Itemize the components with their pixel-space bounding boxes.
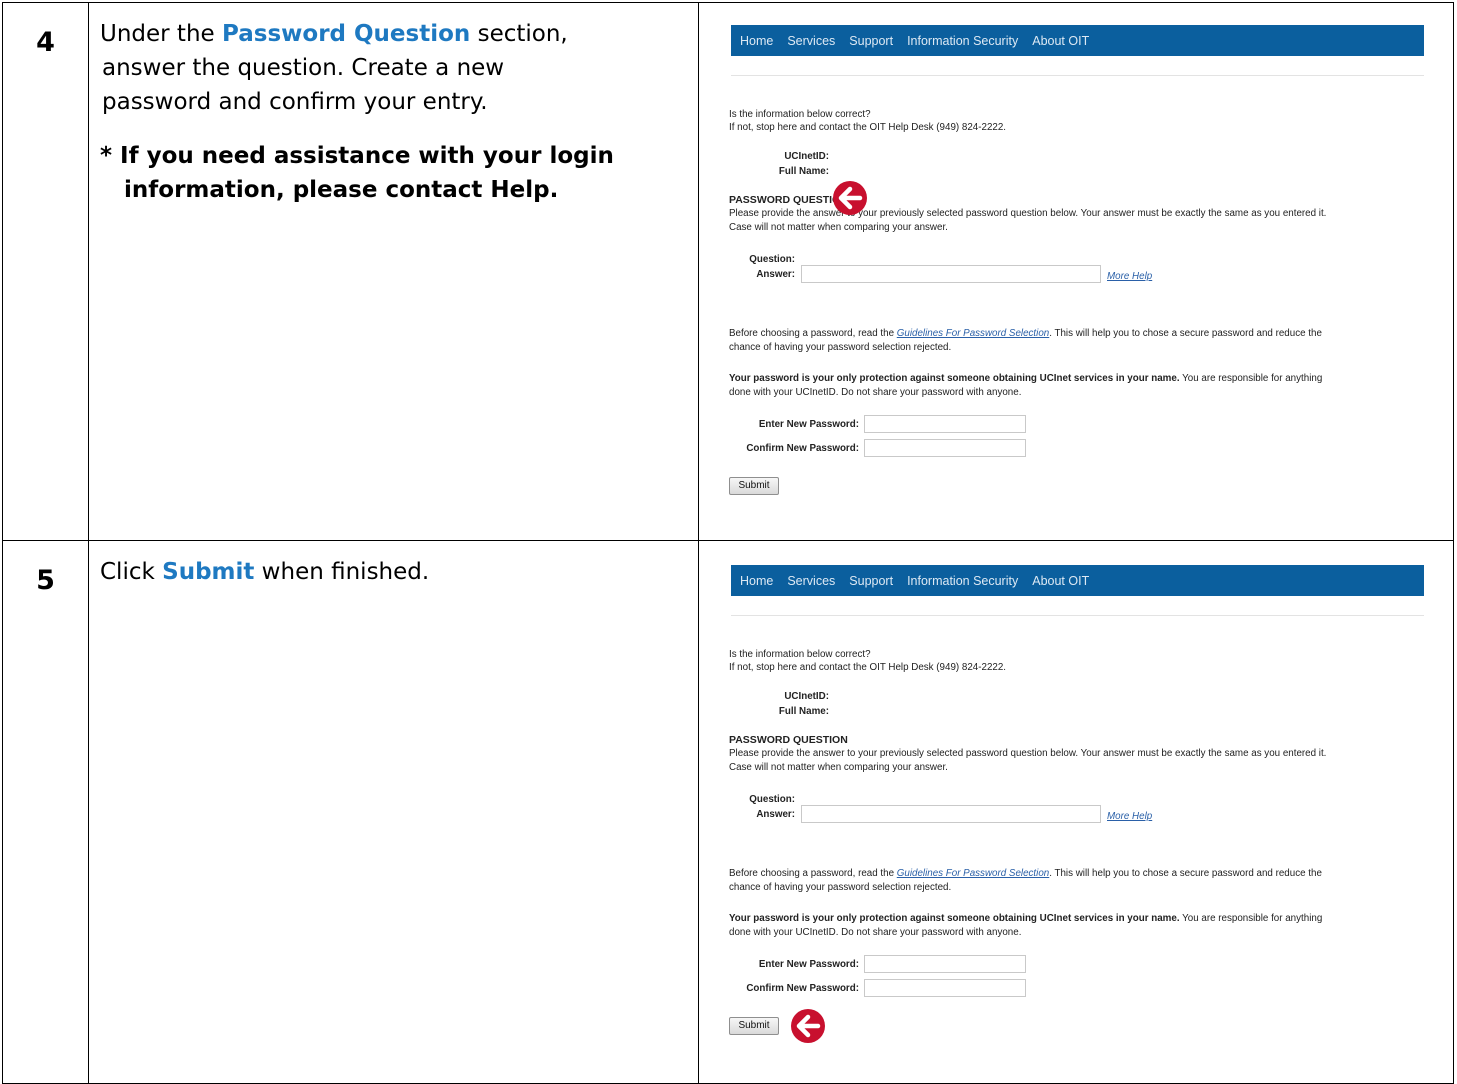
full-name-label: Full Name: [778,706,829,717]
guidelines-link[interactable]: Guidelines For Password Selection [897,868,1049,879]
guidelines-text: chance of having your password selection… [729,342,952,353]
nav-about-oit[interactable]: About OIT [1032,574,1089,588]
instruction-text: Under the [100,21,222,47]
full-name-label: Full Name: [778,166,829,177]
warning-rest-text: You are responsible for anything [1179,373,1323,384]
pointer-arrow-icon [833,181,867,215]
warning-text: done with your UCInetID. Do not share yo… [729,927,1022,938]
nav-home[interactable]: Home [740,574,773,588]
guidelines-text-post: . This will help you to chose a secure p… [1049,328,1322,339]
confirm-password-label: Confirm New Password: [746,983,859,994]
screenshot-cell: Home Services Support Information Securi… [698,540,1454,1084]
nav-about-oit[interactable]: About OIT [1032,34,1089,48]
confirm-password-input[interactable] [864,439,1026,457]
new-password-input[interactable] [864,415,1026,433]
warning-bold-text: Your password is your only protection ag… [729,373,1180,384]
guidelines-text: Before choosing a password, read the Gui… [729,328,1322,339]
ucinetid-label: UCInetID: [784,151,829,162]
step-row-4: 4 Under the Password Question section, a… [2,2,1454,541]
answer-label: Answer: [756,809,795,820]
guidelines-text-pre: Before choosing a password, read the [729,328,897,339]
assistance-note: * If you need assistance with your login… [100,139,688,207]
nav-support[interactable]: Support [849,34,893,48]
answer-label: Answer: [756,269,795,280]
step-number: 4 [36,27,55,58]
section-description: Please provide the answer to your previo… [729,748,1327,759]
section-heading: PASSWORD QUESTION [729,734,848,746]
instruction-text: section, [470,21,568,47]
instruction-text: answer the question. Create a new [102,55,505,81]
warning-bold-text: Your password is your only protection ag… [729,913,1180,924]
section-heading: PASSWORD QUESTION [729,194,848,206]
new-password-input[interactable] [864,955,1026,973]
guidelines-text-post: . This will help you to chose a secure p… [1049,868,1322,879]
section-description: Please provide the answer to your previo… [729,208,1327,219]
question-label: Question: [749,794,795,805]
intro-text: Is the information below correct? [729,649,871,660]
nav-information-security[interactable]: Information Security [907,34,1018,48]
new-password-label: Enter New Password: [758,959,859,970]
more-help-link[interactable]: More Help [1107,271,1152,282]
submit-button[interactable]: Submit [729,1017,779,1035]
question-label: Question: [749,254,795,265]
guidelines-text: chance of having your password selection… [729,882,952,893]
highlight-term: Submit [162,559,255,585]
intro-text: Is the information below correct? [729,109,871,120]
answer-input[interactable] [801,805,1101,823]
site-nav-bar: Home Services Support Information Securi… [731,25,1424,56]
step-instruction: Click Submit when finished. [89,541,698,589]
step-instruction-cell: Under the Password Question section, ans… [88,2,699,541]
intro-text: If not, stop here and contact the OIT He… [729,122,1007,133]
site-nav-bar: Home Services Support Information Securi… [731,565,1424,596]
guidelines-text-pre: Before choosing a password, read the [729,868,897,879]
instruction-text: password and confirm your entry. [102,89,488,115]
divider [731,75,1424,76]
guidelines-link[interactable]: Guidelines For Password Selection [897,328,1049,339]
confirm-password-label: Confirm New Password: [746,443,859,454]
warning-text: Your password is your only protection ag… [729,373,1322,384]
nav-home[interactable]: Home [740,34,773,48]
nav-support[interactable]: Support [849,574,893,588]
step-row-5: 5 Click Submit when finished. Home Servi… [2,540,1454,1084]
instruction-text: Click [100,559,163,585]
new-password-label: Enter New Password: [758,419,859,430]
submit-button[interactable]: Submit [729,477,779,495]
section-description: Case will not matter when comparing your… [729,222,948,233]
section-description: Case will not matter when comparing your… [729,762,948,773]
note-text: information, please contact Help. [124,177,559,203]
screenshot-cell: Home Services Support Information Securi… [698,2,1454,541]
more-help-link[interactable]: More Help [1107,811,1152,822]
warning-text: Your password is your only protection ag… [729,913,1322,924]
step-instruction-cell: Click Submit when finished. [88,540,699,1084]
ucinetid-label: UCInetID: [784,691,829,702]
password-reset-screenshot: Home Services Support Information Securi… [699,3,1453,540]
password-reset-screenshot: Home Services Support Information Securi… [699,541,1453,1083]
answer-input[interactable] [801,265,1101,283]
warning-rest-text: You are responsible for anything [1179,913,1323,924]
nav-services[interactable]: Services [787,34,835,48]
highlight-term: Password Question [222,21,471,47]
instruction-text: when finished. [254,559,430,585]
instruction-table: 4 Under the Password Question section, a… [2,2,1454,1084]
note-text: * If you need assistance with your login [100,143,614,169]
nav-services[interactable]: Services [787,574,835,588]
warning-text: done with your UCInetID. Do not share yo… [729,387,1022,398]
confirm-password-input[interactable] [864,979,1026,997]
step-instruction: Under the Password Question section, ans… [89,3,698,207]
pointer-arrow-icon [791,1009,825,1043]
step-number: 5 [36,565,55,596]
step-number-cell: 4 [2,2,89,541]
guidelines-text: Before choosing a password, read the Gui… [729,868,1322,879]
divider [731,615,1424,616]
step-number-cell: 5 [2,540,89,1084]
intro-text: If not, stop here and contact the OIT He… [729,662,1007,673]
nav-information-security[interactable]: Information Security [907,574,1018,588]
